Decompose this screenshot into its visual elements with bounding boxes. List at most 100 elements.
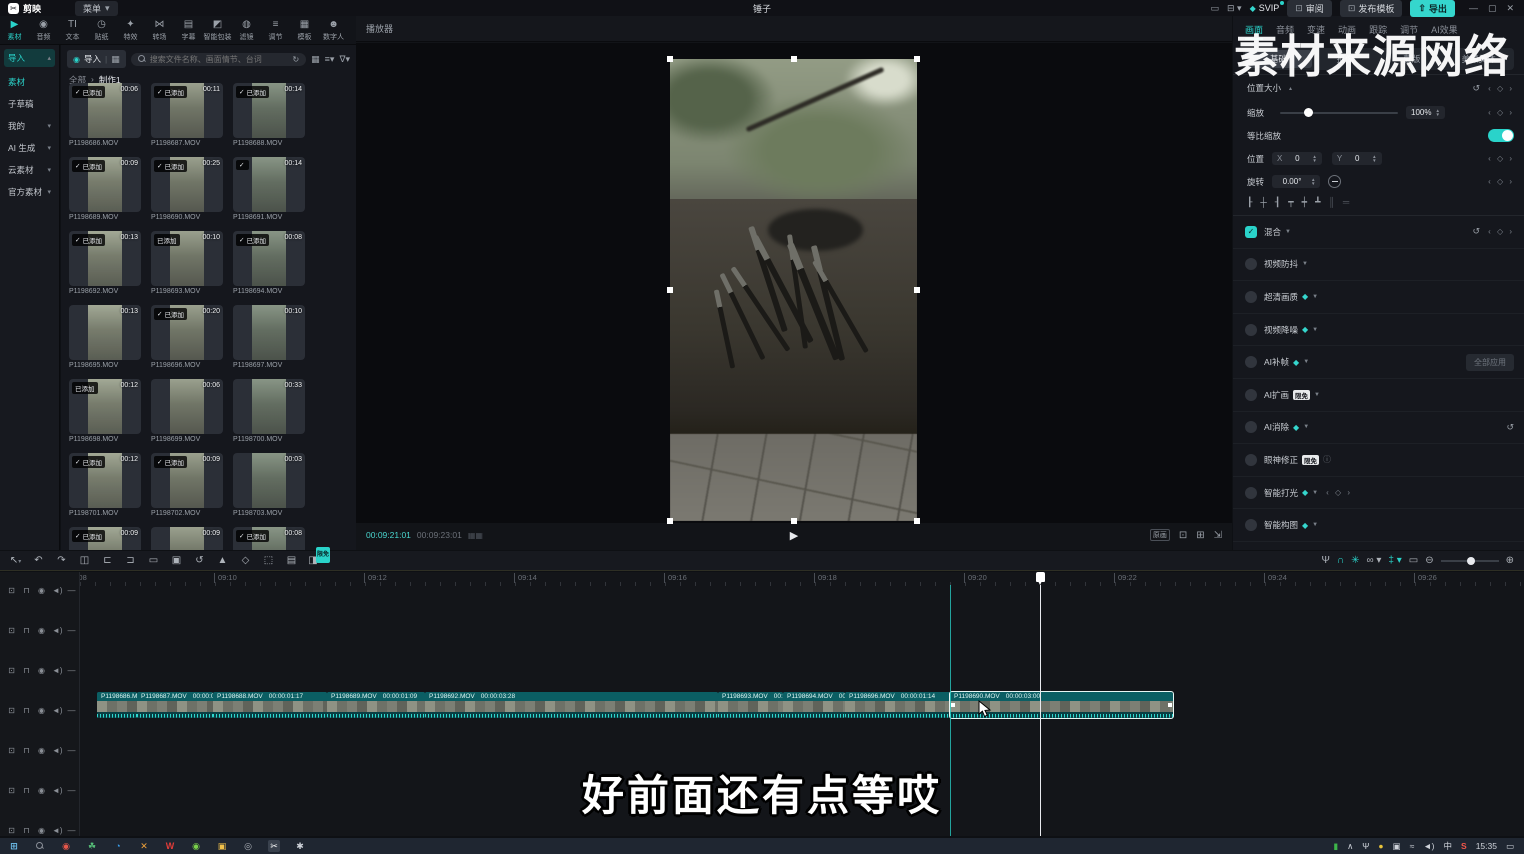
ribbon-tab-audio[interactable]: ◉ 音频 [29,19,58,42]
lock-icon[interactable]: ⊓ [22,826,31,835]
position-x-field[interactable]: X0▲▼ [1272,152,1322,165]
eye-icon[interactable]: ◉ [37,586,46,595]
eye-icon[interactable]: ◉ [37,666,46,675]
cover-button[interactable]: ▭ [1409,555,1418,566]
resize-handle[interactable] [667,287,673,293]
taskbar-color-wheel-app[interactable]: ◉ [60,840,72,852]
media-item[interactable]: ✓ 00:14 P1198691.MOV [233,157,305,221]
close-button[interactable]: ✕ [1506,3,1514,14]
chevron-down-icon[interactable]: ▼ [1312,327,1318,333]
scale-slider[interactable] [1280,112,1398,114]
media-item[interactable]: ✓已添加 00:08 P1198706.MOV [233,527,305,550]
media-item[interactable]: ✓已添加 00:20 P1198696.MOV [151,305,223,369]
delete-left-button[interactable]: ⊏▾ [98,553,117,569]
chevron-down-icon[interactable]: ▼ [1314,392,1320,398]
keyframe-control[interactable]: ‹ ◇ › [1488,227,1514,236]
media-thumbnail[interactable]: ✓已添加 00:14 [233,83,305,138]
preview-axis-button[interactable]: ‡ ▾ [1388,555,1401,566]
more-icon[interactable]: — [67,826,76,835]
more-icon[interactable]: — [67,586,76,595]
timeline-clip[interactable]: P1198686.M [97,692,137,718]
feature-checkbox[interactable] [1245,291,1257,303]
media-item[interactable]: ✓已添加 00:06 P1198686.MOV [69,83,141,147]
taskbar-file-explorer[interactable]: ▣ [216,840,228,852]
volume-icon[interactable]: ◄) [1423,841,1434,851]
sidebar-item[interactable]: 我的▾ [4,117,55,135]
feature-checkbox[interactable]: ✓ [1245,226,1257,238]
thumbnail-view-icon[interactable]: ▦ [311,54,320,65]
mute-icon[interactable]: ◄) [52,666,61,675]
taskbar-settings[interactable]: ✱ [294,840,306,852]
taskbar-search[interactable] [34,840,46,852]
feature-checkbox[interactable] [1245,356,1257,368]
main-track-magnet-button[interactable]: ∩ [1337,555,1344,566]
feature-checkbox[interactable] [1245,519,1257,531]
chevron-down-icon[interactable]: ▼ [1303,359,1309,365]
media-item[interactable]: ✓已添加 00:14 P1198688.MOV [233,83,305,147]
media-thumbnail[interactable]: 00:03 [233,453,305,508]
keyframe-control[interactable]: ‹ ◇ › [1488,108,1514,117]
taskbar-edge-browser[interactable]: ◔ [112,840,124,852]
timeline-clip[interactable]: P1198689.MOV00:00:01:09 [327,692,425,718]
maximize-button[interactable]: ▢ [1488,3,1497,14]
search-box[interactable]: ↻ [131,53,306,66]
feature-checkbox[interactable] [1245,487,1257,499]
chevron-down-icon[interactable]: ▼ [1302,261,1308,267]
mute-icon[interactable]: ◄) [52,626,61,635]
rotate-button[interactable]: ◇▾ [236,553,255,569]
ribbon-tab-adjust[interactable]: ≡ 调节 [261,19,290,42]
media-thumbnail[interactable]: ✓已添加 00:08 [233,527,305,550]
player-canvas[interactable] [356,43,1232,523]
feature-checkbox[interactable] [1245,421,1257,433]
media-thumbnail[interactable]: ✓已添加 00:09 [69,157,141,212]
rotation-knob[interactable] [1328,175,1341,188]
ribbon-tab-filters[interactable]: ◍ 滤镜 [232,19,261,42]
media-item[interactable]: 已添加 00:12 P1198698.MOV [69,379,141,443]
ribbon-tab-templates[interactable]: ▦ 模板 [290,19,319,42]
redo-button[interactable]: ↷▾ [52,553,71,569]
chevron-down-icon[interactable]: ▼ [1285,229,1291,235]
eye-icon[interactable]: ◉ [37,626,46,635]
undo-button[interactable]: ↶▾ [29,553,48,569]
ribbon-tab-sticker[interactable]: ◷ 贴纸 [87,19,116,42]
ribbon-tab-smart-pack[interactable]: ◩ 智能包装 [203,19,232,42]
lock-icon[interactable]: ⊓ [22,746,31,755]
taskbar-capture-app[interactable]: ◎ [242,840,254,852]
play-button[interactable]: ▶ [790,529,798,542]
media-item[interactable]: 00:06 P1198699.MOV [151,379,223,443]
more-icon[interactable]: — [67,706,76,715]
camera-icon[interactable]: ▣ [1393,841,1401,852]
media-thumbnail[interactable]: ✓已添加 00:06 [69,83,141,138]
smart-clip-button[interactable]: ◨▾ 限免 [305,553,324,569]
media-thumbnail[interactable]: ✓已添加 00:12 [69,453,141,508]
zoom-in-icon[interactable]: ⊕ [1506,555,1514,566]
auto-snap-button[interactable]: ✳ [1351,555,1359,566]
mute-icon[interactable]: ◄) [52,586,61,595]
media-item[interactable]: 00:10 P1198697.MOV [233,305,305,369]
scale-value[interactable]: 100%▲▼ [1406,106,1445,119]
more-icon[interactable]: — [67,626,76,635]
resize-handle[interactable] [914,287,920,293]
freeze-frame-button[interactable]: ▣▾ [167,553,186,569]
chevron-down-icon[interactable]: ▼ [1312,522,1318,528]
video-preview[interactable] [670,59,917,521]
extract-button[interactable]: ▤▾ [282,553,301,569]
clock[interactable]: 15:35 [1476,841,1497,851]
minimize-button[interactable]: — [1469,3,1478,14]
rotation-field[interactable]: 0.00°▲▼ [1272,175,1320,188]
chevron-down-icon[interactable]: ▼ [1312,294,1318,300]
split-button[interactable]: ◫▾ [75,553,94,569]
media-thumbnail[interactable]: ✓ 00:14 [233,157,305,212]
more-icon[interactable]: — [67,666,76,675]
ime-indicator[interactable]: 中 [1444,840,1453,852]
chevron-down-icon[interactable]: ▼ [1303,424,1309,430]
timeline-clip[interactable]: P1198693.MOV00: [718,692,783,718]
distribute-v-icon[interactable]: ═ [1343,197,1349,208]
delete-button[interactable]: ▭▾ [144,553,163,569]
media-item[interactable]: ✓已添加 00:09 P1198689.MOV [69,157,141,221]
resize-handle[interactable] [667,56,673,62]
media-item[interactable]: 00:09 P1198705.MOV [151,527,223,550]
resize-handle[interactable] [791,518,797,524]
usb-icon[interactable]: ▮ [1333,841,1338,852]
media-item[interactable]: ✓已添加 00:09 P1198702.MOV [151,453,223,517]
